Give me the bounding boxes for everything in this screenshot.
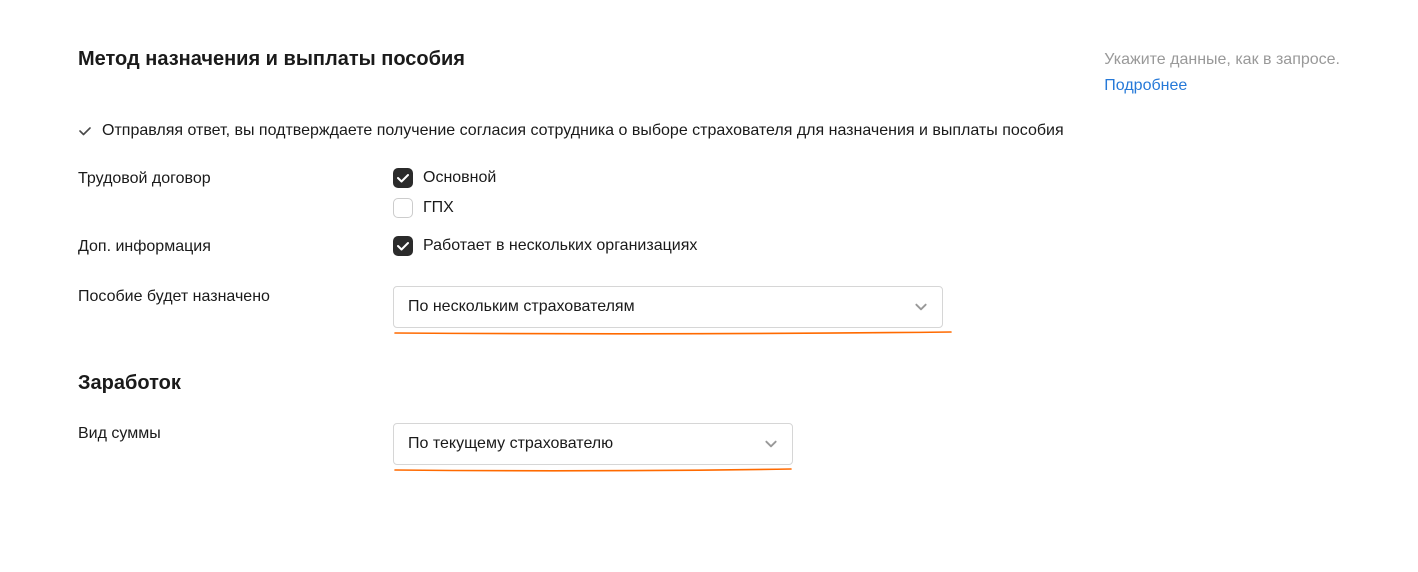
amount-select-value: По текущему страхователю [408, 435, 613, 453]
section-header: Метод назначения и выплаты пособия Укажи… [78, 48, 1340, 98]
checkbox-checked-icon [393, 236, 413, 256]
checkbox-unchecked-icon [393, 198, 413, 218]
contract-options: Основной ГПХ [393, 168, 1340, 218]
addinfo-options: Работает в нескольких организациях [393, 236, 1340, 256]
checkbox-main-label: Основной [423, 169, 496, 187]
hint-block: Укажите данные, как в запросе. Подробнее [1104, 48, 1340, 98]
checkbox-gpx-label: ГПХ [423, 199, 454, 217]
checkbox-multiorg[interactable]: Работает в нескольких организациях [393, 236, 1340, 256]
section-title: Метод назначения и выплаты пособия [78, 48, 465, 71]
benefit-label: Пособие будет назначено [78, 286, 393, 306]
amount-label: Вид суммы [78, 423, 393, 443]
underline-annotation [393, 467, 793, 473]
amount-select[interactable]: По текущему страхователю [393, 423, 793, 465]
checkbox-multiorg-label: Работает в нескольких организациях [423, 237, 697, 255]
benefit-select[interactable]: По нескольким страхователям [393, 286, 943, 328]
row-amount: Вид суммы По текущему страхователю [78, 423, 1340, 473]
chevron-down-icon [764, 437, 778, 451]
row-contract: Трудовой договор Основной ГПХ [78, 168, 1340, 218]
row-addinfo: Доп. информация Работает в нескольких ор… [78, 236, 1340, 256]
consent-text: Отправляя ответ, вы подтверждаете получе… [102, 122, 1064, 140]
checkbox-gpx[interactable]: ГПХ [393, 198, 1340, 218]
benefit-control: По нескольким страхователям [393, 286, 1340, 336]
section-title-earnings: Заработок [78, 372, 1340, 395]
check-icon [78, 124, 92, 138]
consent-row: Отправляя ответ, вы подтверждаете получе… [78, 122, 1340, 140]
amount-control: По текущему страхователю [393, 423, 1340, 473]
hint-link[interactable]: Подробнее [1104, 74, 1187, 98]
hint-text: Укажите данные, как в запросе. [1104, 51, 1340, 68]
benefit-select-value: По нескольким страхователям [408, 298, 635, 316]
addinfo-label: Доп. информация [78, 236, 393, 256]
row-benefit: Пособие будет назначено По нескольким ст… [78, 286, 1340, 336]
checkbox-main[interactable]: Основной [393, 168, 1340, 188]
checkbox-checked-icon [393, 168, 413, 188]
contract-label: Трудовой договор [78, 168, 393, 188]
chevron-down-icon [914, 300, 928, 314]
underline-annotation [393, 330, 953, 336]
